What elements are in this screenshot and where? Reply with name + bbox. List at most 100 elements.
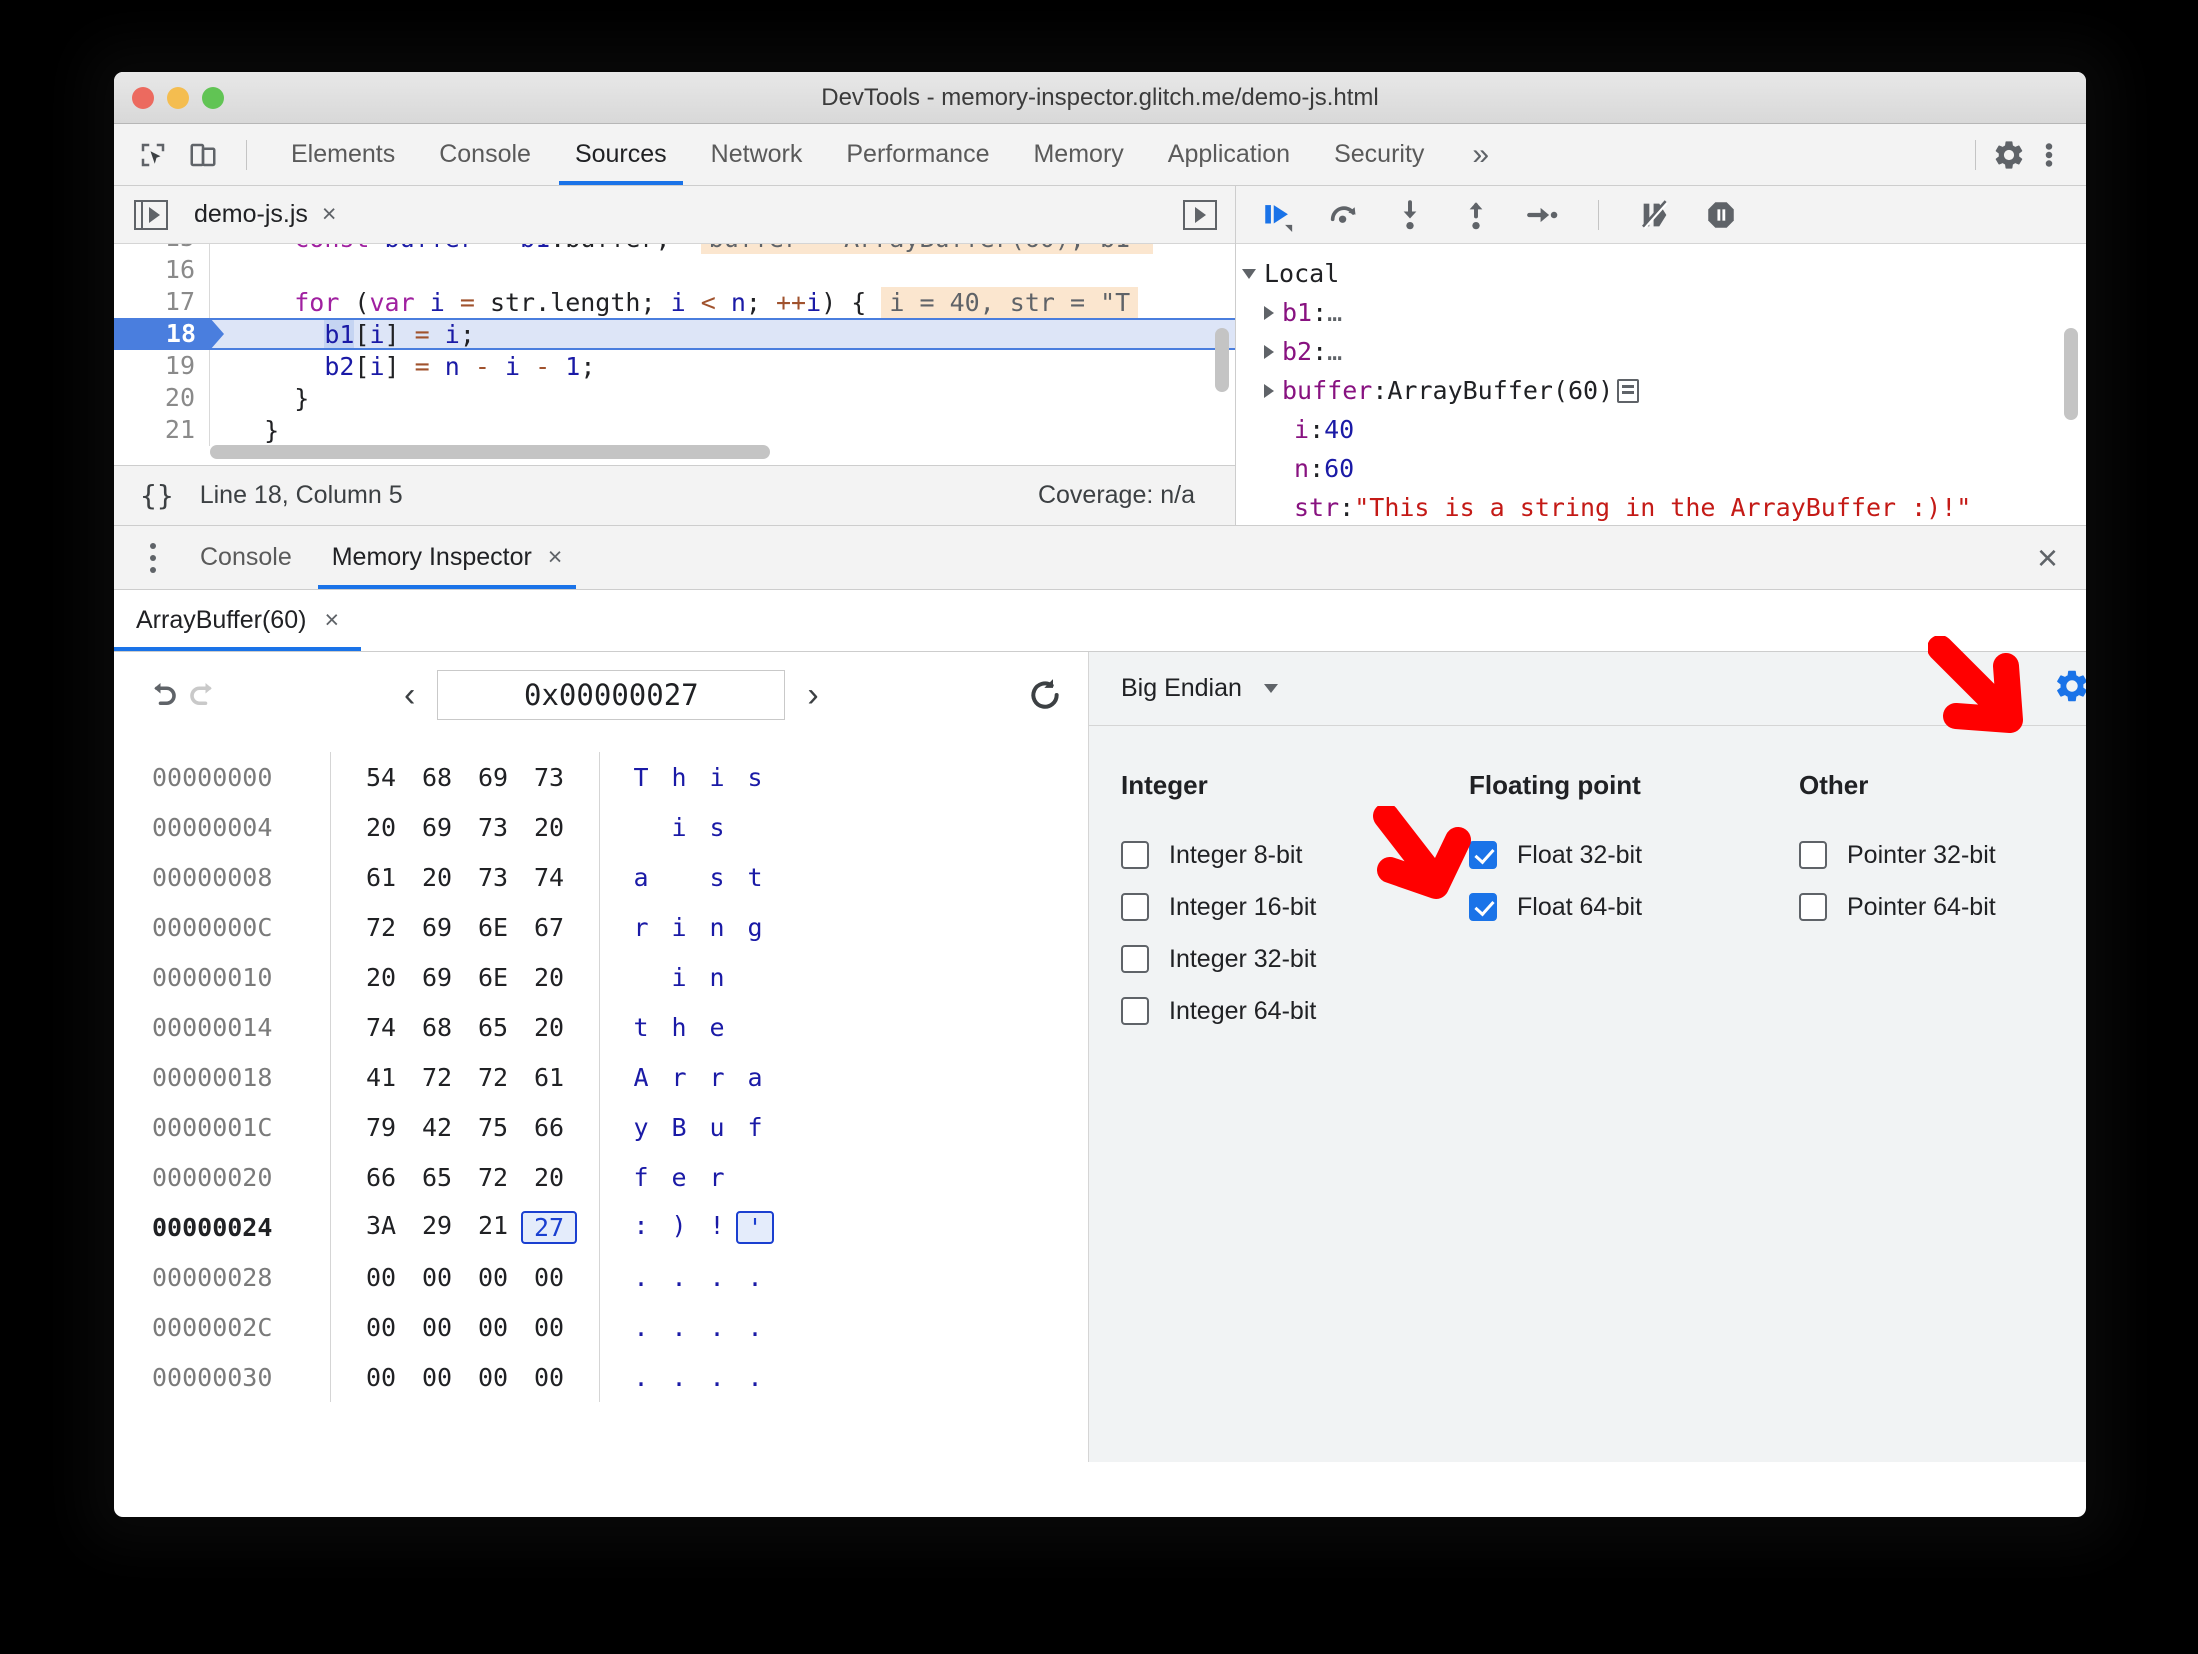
show-navigator-icon[interactable]: [134, 199, 168, 230]
hex-row[interactable]: 00000008 61 20 73 74 a st: [152, 852, 1088, 902]
hex-row[interactable]: 00000014 74 68 65 20 the: [152, 1002, 1088, 1052]
ascii-char[interactable]: .: [660, 1263, 698, 1292]
hex-byte[interactable]: 69: [409, 963, 465, 992]
ascii-char[interactable]: .: [622, 1263, 660, 1292]
hex-byte[interactable]: 21: [465, 1211, 521, 1244]
pause-on-exceptions-icon[interactable]: [1701, 195, 1741, 235]
hex-byte[interactable]: 68: [409, 763, 465, 792]
hex-byte[interactable]: 20: [521, 1013, 577, 1042]
ascii-char[interactable]: i: [698, 763, 736, 792]
file-tab-demo-js[interactable]: demo-js.js ×: [182, 200, 349, 229]
ascii-char[interactable]: .: [736, 1263, 774, 1292]
hex-row[interactable]: 00000018 41 72 72 61 Arra: [152, 1052, 1088, 1102]
tab-console[interactable]: Console: [417, 124, 553, 185]
hex-byte[interactable]: 00: [409, 1313, 465, 1342]
hex-byte[interactable]: 20: [521, 813, 577, 842]
deactivate-breakpoints-icon[interactable]: [1635, 195, 1675, 235]
checkbox-row-pointer-64-bit[interactable]: Pointer 64-bit: [1799, 881, 2086, 933]
ascii-char[interactable]: .: [660, 1363, 698, 1392]
scope-entry-b1[interactable]: b1 : …: [1242, 293, 2086, 332]
ascii-char[interactable]: .: [622, 1363, 660, 1392]
address-input[interactable]: 0x00000027: [437, 670, 786, 720]
hex-byte[interactable]: 79: [353, 1113, 409, 1142]
ascii-char[interactable]: i: [660, 813, 698, 842]
hex-byte[interactable]: 00: [353, 1313, 409, 1342]
ascii-char[interactable]: [736, 813, 774, 842]
ascii-char[interactable]: t: [736, 863, 774, 892]
checkbox-row-integer-32-bit[interactable]: Integer 32-bit: [1121, 933, 1469, 985]
hex-byte[interactable]: 00: [353, 1363, 409, 1392]
step-into-icon[interactable]: [1390, 195, 1430, 235]
hex-byte[interactable]: 72: [409, 1063, 465, 1092]
tab-performance[interactable]: Performance: [824, 124, 1011, 185]
close-icon[interactable]: ×: [322, 200, 337, 229]
hex-byte[interactable]: 20: [353, 813, 409, 842]
ascii-char[interactable]: r: [622, 913, 660, 942]
settings-gear-icon[interactable]: [1992, 138, 2026, 172]
hex-byte[interactable]: 41: [353, 1063, 409, 1092]
ascii-char[interactable]: f: [736, 1113, 774, 1142]
ascii-char[interactable]: y: [622, 1113, 660, 1142]
value-inspector-settings-gear-icon[interactable]: [2053, 667, 2086, 710]
checkbox-pointer-32-bit[interactable]: [1799, 841, 1827, 869]
ascii-char[interactable]: h: [660, 763, 698, 792]
ascii-char[interactable]: r: [660, 1063, 698, 1092]
hex-byte[interactable]: 29: [409, 1211, 465, 1244]
step-icon[interactable]: [1522, 195, 1562, 235]
checkbox-integer-32-bit[interactable]: [1121, 945, 1149, 973]
chevron-right-icon[interactable]: [1264, 344, 1274, 359]
checkbox-integer-16-bit[interactable]: [1121, 893, 1149, 921]
hex-byte[interactable]: 00: [465, 1313, 521, 1342]
ascii-char[interactable]: a: [736, 1063, 774, 1092]
hex-byte[interactable]: 00: [465, 1263, 521, 1292]
hex-byte[interactable]: 69: [409, 913, 465, 942]
close-icon[interactable]: ×: [548, 543, 563, 572]
memory-inspector-chip-icon[interactable]: [1617, 378, 1640, 403]
hex-row[interactable]: 00000004 20 69 73 20 is: [152, 802, 1088, 852]
ascii-char[interactable]: [660, 863, 698, 892]
scope-entry-n[interactable]: n : 60: [1242, 449, 2086, 488]
next-address-button[interactable]: ›: [799, 676, 826, 715]
ascii-char[interactable]: s: [698, 813, 736, 842]
hex-byte[interactable]: 20: [521, 963, 577, 992]
tab-elements[interactable]: Elements: [269, 124, 417, 185]
ascii-char[interactable]: T: [622, 763, 660, 792]
hex-byte[interactable]: 69: [409, 813, 465, 842]
ascii-char[interactable]: [736, 1163, 774, 1192]
hex-byte[interactable]: 20: [409, 863, 465, 892]
ascii-char[interactable]: .: [698, 1363, 736, 1392]
hex-byte[interactable]: 74: [353, 1013, 409, 1042]
checkbox-integer-8-bit[interactable]: [1121, 841, 1149, 869]
scope-entry-str[interactable]: str : "This is a string in the ArrayBuff…: [1242, 488, 2086, 525]
hex-row[interactable]: 00000030 00 00 00 00 ....: [152, 1352, 1088, 1402]
hex-byte[interactable]: 00: [353, 1263, 409, 1292]
hex-byte[interactable]: 54: [353, 763, 409, 792]
hex-byte[interactable]: 65: [409, 1163, 465, 1192]
hex-row[interactable]: 0000000C 72 69 6E 67 ring: [152, 902, 1088, 952]
more-options-icon[interactable]: [2032, 138, 2066, 172]
hex-byte[interactable]: 00: [521, 1263, 577, 1292]
hex-byte[interactable]: 61: [521, 1063, 577, 1092]
hex-byte[interactable]: 6E: [465, 963, 521, 992]
ascii-char[interactable]: e: [660, 1163, 698, 1192]
pretty-print-icon[interactable]: {}: [140, 479, 174, 512]
checkbox-row-integer-64-bit[interactable]: Integer 64-bit: [1121, 985, 1469, 1037]
show-debugger-icon[interactable]: [1183, 199, 1217, 230]
ascii-char[interactable]: [736, 1013, 774, 1042]
scope-vertical-scrollbar[interactable]: [2064, 328, 2078, 420]
ascii-char-selected[interactable]: ': [736, 1210, 774, 1244]
hex-byte[interactable]: 00: [521, 1363, 577, 1392]
hex-byte[interactable]: 66: [353, 1163, 409, 1192]
ascii-char[interactable]: !: [698, 1211, 736, 1244]
hex-byte[interactable]: 73: [465, 813, 521, 842]
scope-entry-i[interactable]: i : 40: [1242, 410, 2086, 449]
code-editor[interactable]: 15 const buffer = b1.buffer; buffer = Ar…: [114, 244, 1235, 465]
hex-row[interactable]: 0000001C 79 42 75 66 yBuf: [152, 1102, 1088, 1152]
ascii-char[interactable]: .: [698, 1263, 736, 1292]
ascii-char[interactable]: a: [622, 863, 660, 892]
buffer-tab-arraybuffer[interactable]: ArrayBuffer(60) ×: [114, 590, 362, 651]
checkbox-integer-64-bit[interactable]: [1121, 997, 1149, 1025]
ascii-char[interactable]: .: [660, 1313, 698, 1342]
previous-address-button[interactable]: ‹: [396, 676, 423, 715]
ascii-char[interactable]: e: [698, 1013, 736, 1042]
